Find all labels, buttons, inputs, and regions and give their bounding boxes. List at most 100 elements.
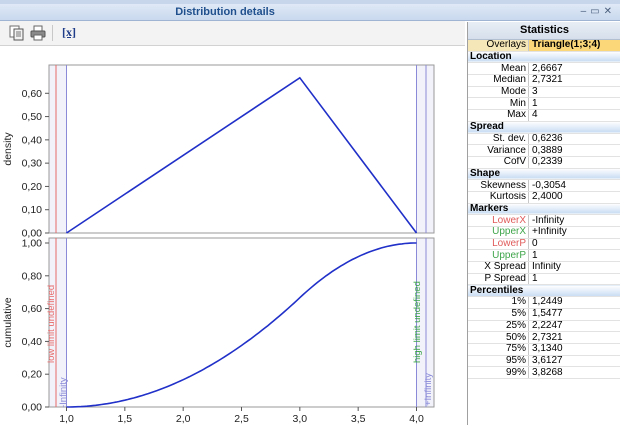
y-tick-label: 1,00 — [22, 238, 43, 250]
stat-row: Mode3 — [468, 86, 620, 98]
copy-icon[interactable] — [9, 25, 25, 41]
minimize-icon[interactable]: – — [581, 6, 591, 17]
statistics-title: Statistics — [468, 22, 620, 40]
section-header: Shape — [468, 168, 620, 180]
stat-label: P Spread — [468, 273, 529, 285]
y-tick-label: 0,40 — [22, 134, 43, 146]
restore-icon[interactable]: ▭ — [590, 6, 603, 17]
y-tick-label: 0,40 — [22, 336, 43, 348]
y-tick-label: 0,20 — [22, 181, 43, 193]
stat-label: 5% — [468, 308, 529, 320]
stat-row: Median2,7321 — [468, 75, 620, 87]
stat-label: Kurtosis — [468, 191, 529, 203]
density-curve — [67, 78, 417, 233]
stat-row: Mean2,6667 — [468, 63, 620, 75]
x-tick-label: 3,0 — [293, 413, 308, 425]
y-tick-label: 0,60 — [22, 303, 43, 315]
stat-label: 1% — [468, 297, 529, 309]
x-tick-label: 1,0 — [59, 413, 74, 425]
stat-row: CofV0,2339 — [468, 156, 620, 168]
stat-value: 3,6127 — [529, 355, 620, 367]
stat-label: X Spread — [468, 262, 529, 274]
overlays-value[interactable]: Triangle(1;3;4) — [529, 40, 620, 51]
plot-frame — [49, 238, 434, 407]
x-tick-label: 3,5 — [351, 413, 366, 425]
y-axis-label: density — [2, 132, 14, 166]
stat-value: Infinity — [529, 262, 620, 274]
stat-row: Kurtosis2,4000 — [468, 191, 620, 203]
stat-label: UpperX — [468, 227, 529, 239]
stat-label: St. dev. — [468, 133, 529, 145]
stat-value: 0,6236 — [529, 133, 620, 145]
close-icon[interactable]: ✕ — [604, 6, 616, 17]
stat-row: Skewness-0,3054 — [468, 180, 620, 192]
stat-label: UpperP — [468, 250, 529, 262]
cumulative-curve — [67, 243, 417, 407]
stat-value: -0,3054 — [529, 180, 620, 192]
stat-row: UpperP1 — [468, 250, 620, 262]
stat-row: LowerX-Infinity — [468, 215, 620, 227]
y-tick-label: 0,60 — [22, 88, 43, 100]
stat-row: 5%1,5477 — [468, 308, 620, 320]
stat-row: UpperX+Infinity — [468, 227, 620, 239]
y-tick-label: 0,80 — [22, 270, 43, 282]
stat-label: 50% — [468, 332, 529, 344]
y-tick-label: 0,20 — [22, 369, 43, 381]
stat-row: 75%3,1340 — [468, 343, 620, 355]
section-header: Spread — [468, 121, 620, 133]
stat-row: 99%3,8268 — [468, 367, 620, 379]
stat-row: 25%2,2247 — [468, 320, 620, 332]
stat-label: Mode — [468, 86, 529, 98]
stat-label: Min — [468, 98, 529, 110]
window-controls: –▭✕ — [581, 6, 616, 17]
y-tick-label: 0,00 — [22, 402, 43, 414]
stat-value: 3 — [529, 86, 620, 98]
stat-value: 1 — [529, 250, 620, 262]
section-header: Percentiles — [468, 285, 620, 297]
stat-value: 1,5477 — [529, 308, 620, 320]
section-title: Shape — [468, 168, 620, 180]
title-bar: Distribution details –▭✕ — [0, 4, 620, 21]
distribution-charts: 0,000,100,200,300,400,500,60density0,000… — [0, 45, 465, 425]
stat-row: St. dev.0,6236 — [468, 133, 620, 145]
stat-label: 75% — [468, 343, 529, 355]
y-tick-label: 0,50 — [22, 111, 43, 123]
plot-frame — [49, 65, 434, 233]
stat-row: Min1 — [468, 98, 620, 110]
y-axis-label: cumulative — [2, 297, 14, 347]
y-tick-label: 0,10 — [22, 204, 43, 216]
x-tick-label: 1,5 — [118, 413, 133, 425]
stat-value: 1,2449 — [529, 297, 620, 309]
stat-value: 2,2247 — [529, 320, 620, 332]
toolbar-separator — [52, 25, 53, 41]
stat-label: Median — [468, 75, 529, 87]
x-tick-label: 2,5 — [234, 413, 249, 425]
y-tick-label: 0,30 — [22, 158, 43, 170]
stat-row: 95%3,6127 — [468, 355, 620, 367]
high-value-label: +Infinity — [423, 373, 434, 406]
stat-value: 0 — [529, 238, 620, 250]
stat-row: 1%1,2449 — [468, 297, 620, 309]
stat-label: CofV — [468, 156, 529, 168]
statistics-table: Overlays Triangle(1;3;4) LocationMean2,6… — [468, 40, 620, 379]
stat-row: 50%2,7321 — [468, 332, 620, 344]
stat-label: Max — [468, 110, 529, 122]
stat-value: +Infinity — [529, 227, 620, 239]
print-icon[interactable] — [30, 25, 46, 41]
low-limit-label: low limit undefined — [46, 285, 57, 363]
stat-row: P Spread1 — [468, 273, 620, 285]
stat-value: 2,7321 — [529, 332, 620, 344]
stat-label: Skewness — [468, 180, 529, 192]
section-title: Markers — [468, 203, 620, 215]
stat-value: 1 — [529, 273, 620, 285]
section-header: Markers — [468, 203, 620, 215]
overlays-row[interactable]: Overlays Triangle(1;3;4) — [468, 40, 620, 51]
stat-value: 0,3889 — [529, 145, 620, 157]
stat-value: 3,1340 — [529, 343, 620, 355]
x-tick-label: 4,0 — [409, 413, 424, 425]
stat-row: X Spread Infinity — [468, 262, 620, 274]
formula-button[interactable]: [x] — [62, 25, 76, 40]
chart-area: 0,000,100,200,300,400,500,60density0,000… — [0, 45, 465, 425]
section-title: Spread — [468, 121, 620, 133]
overlays-label: Overlays — [468, 40, 529, 51]
